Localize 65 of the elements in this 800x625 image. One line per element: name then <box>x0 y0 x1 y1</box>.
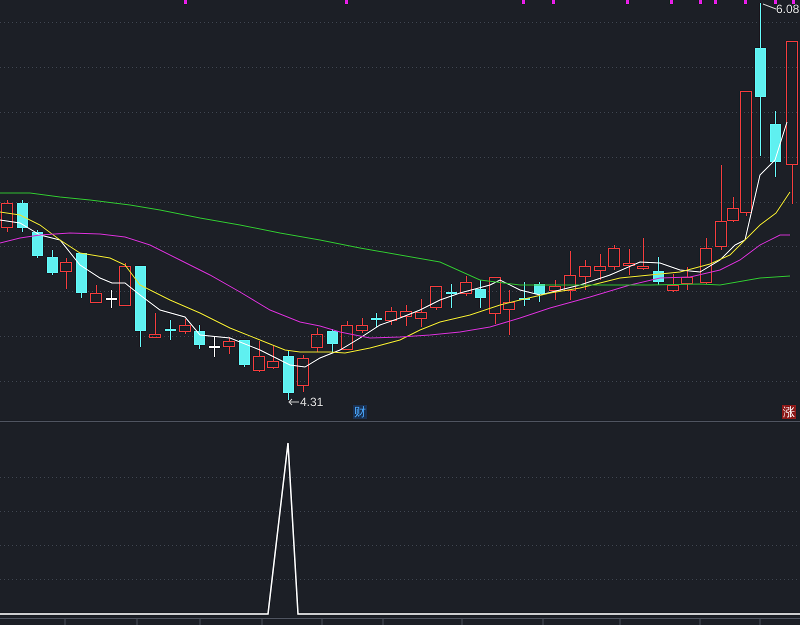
candlestick <box>90 284 102 303</box>
marker-tick <box>699 0 702 4</box>
candlestick <box>475 280 486 308</box>
candlestick <box>489 276 501 324</box>
marker-tick <box>744 0 747 4</box>
candlestick <box>770 110 781 178</box>
candlestick <box>608 244 620 270</box>
candlestick <box>653 256 664 286</box>
candlestick <box>253 340 265 372</box>
candlestick <box>564 250 576 300</box>
candlestick <box>341 320 353 350</box>
candlestick <box>534 282 545 302</box>
candlestick <box>267 346 279 370</box>
left-arrow-icon <box>288 398 300 406</box>
candlestick <box>503 290 515 336</box>
event-marker: 财 <box>353 405 367 419</box>
candlestick <box>385 306 397 326</box>
marker-tick <box>184 0 187 4</box>
marker-tick <box>552 0 555 4</box>
candlestick <box>460 276 472 296</box>
candlestick <box>700 238 712 284</box>
candlestick <box>594 254 606 280</box>
candlestick <box>239 340 250 368</box>
candlestick <box>106 290 117 308</box>
candlestick <box>623 248 635 276</box>
candlestick <box>681 266 693 290</box>
candlestick <box>76 252 87 298</box>
candlestick <box>1 200 13 232</box>
candlestick <box>283 350 294 400</box>
marker-tick <box>670 0 673 4</box>
leader-line <box>762 4 776 10</box>
candlestick <box>194 324 205 350</box>
candlestick <box>179 318 191 334</box>
candlestick <box>32 230 43 258</box>
candlestick <box>327 328 338 354</box>
candlestick <box>165 320 176 340</box>
candlestick <box>209 336 220 358</box>
event-marker: 涨 <box>782 405 796 419</box>
candlestick <box>149 312 161 338</box>
candlestick <box>356 318 368 334</box>
candlestick <box>579 260 591 290</box>
candlestick <box>637 238 649 270</box>
marker-tick <box>522 0 525 4</box>
marker-tick <box>714 0 717 4</box>
candlestick <box>17 200 28 232</box>
candlestick <box>430 286 442 310</box>
marker-tick <box>345 0 348 4</box>
high-price-label: 6.08 <box>776 2 800 16</box>
candlestick <box>667 274 679 292</box>
marker-tick <box>792 0 795 4</box>
candlestick <box>519 282 530 306</box>
candlestick <box>223 336 235 354</box>
candlestick <box>371 312 382 328</box>
candlestick <box>47 250 58 276</box>
candlestick <box>311 328 323 352</box>
candlestick <box>446 284 457 308</box>
candlestick <box>549 280 561 300</box>
candlestick <box>297 354 309 392</box>
candlestick <box>60 258 72 290</box>
candlestick <box>400 304 412 326</box>
candlestick <box>119 262 131 306</box>
candlestick <box>415 298 427 328</box>
low-price-label: 4.31 <box>300 395 324 409</box>
marker-tick <box>774 0 777 4</box>
marker-tick <box>626 0 629 4</box>
